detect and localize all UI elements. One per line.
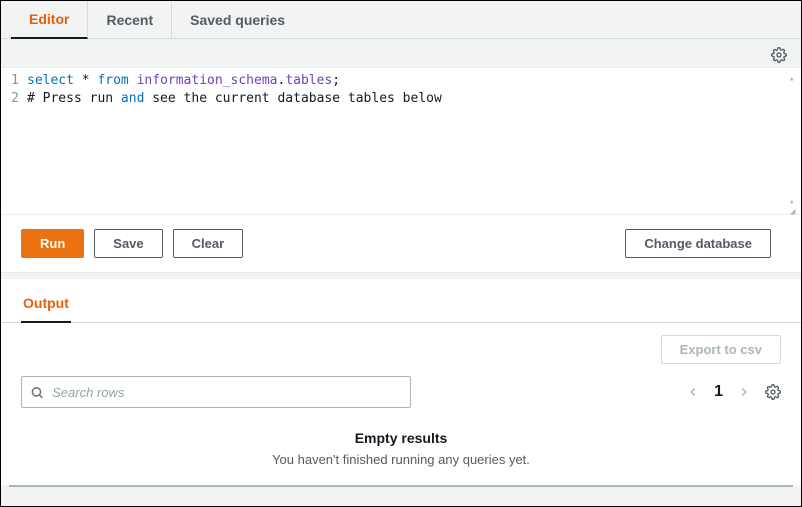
tab-saved-queries[interactable]: Saved queries [172, 2, 303, 38]
vertical-scrollbar[interactable]: ▴ ▾ [789, 70, 799, 212]
code-text: ; [332, 73, 340, 88]
export-csv-button[interactable]: Export to csv [661, 335, 781, 364]
code-content[interactable]: select * from information_schema.tables;… [25, 68, 448, 214]
top-tabs: Editor Recent Saved queries [1, 1, 801, 39]
scroll-up-icon[interactable]: ▴ [789, 70, 799, 88]
output-tabs: Output [1, 279, 801, 323]
identifier: information_schema [137, 73, 278, 88]
empty-results-message: You haven't finished running any queries… [1, 452, 801, 467]
tab-editor[interactable]: Editor [11, 1, 88, 39]
code-editor[interactable]: 1 2 select * from information_schema.tab… [1, 67, 801, 215]
action-bar: Run Save Clear Change database [1, 215, 801, 273]
line-gutter: 1 2 [1, 68, 25, 214]
tab-output[interactable]: Output [21, 285, 71, 323]
code-text: # Press run [27, 91, 121, 106]
clear-button[interactable]: Clear [173, 229, 244, 258]
keyword: from [97, 73, 128, 88]
footer-divider [9, 485, 793, 487]
save-button[interactable]: Save [94, 229, 162, 258]
results-toolbar: Export to csv [1, 323, 801, 372]
chevron-right-icon[interactable] [737, 385, 751, 399]
chevron-left-icon[interactable] [686, 385, 700, 399]
tab-recent[interactable]: Recent [88, 2, 172, 38]
identifier: tables [285, 73, 332, 88]
search-rows-box[interactable] [21, 376, 411, 408]
pager: 1 [686, 383, 781, 401]
gear-icon[interactable] [771, 47, 787, 63]
resize-grip-icon[interactable]: ◢ [790, 203, 800, 213]
run-button[interactable]: Run [21, 229, 84, 258]
search-pager-row: 1 [1, 372, 801, 420]
keyword: select [27, 73, 74, 88]
gear-icon[interactable] [765, 384, 781, 400]
empty-results: Empty results You haven't finished runni… [1, 420, 801, 485]
page-number: 1 [714, 383, 723, 401]
line-number: 2 [1, 90, 19, 108]
search-icon [30, 385, 44, 400]
code-text [129, 73, 137, 88]
line-number: 1 [1, 72, 19, 90]
code-text: * [74, 73, 97, 88]
editor-settings-row [1, 39, 801, 67]
change-database-button[interactable]: Change database [625, 229, 771, 258]
search-input[interactable] [52, 385, 402, 400]
empty-results-title: Empty results [1, 430, 801, 446]
code-text: see the current database tables below [144, 91, 441, 106]
keyword: and [121, 91, 144, 106]
